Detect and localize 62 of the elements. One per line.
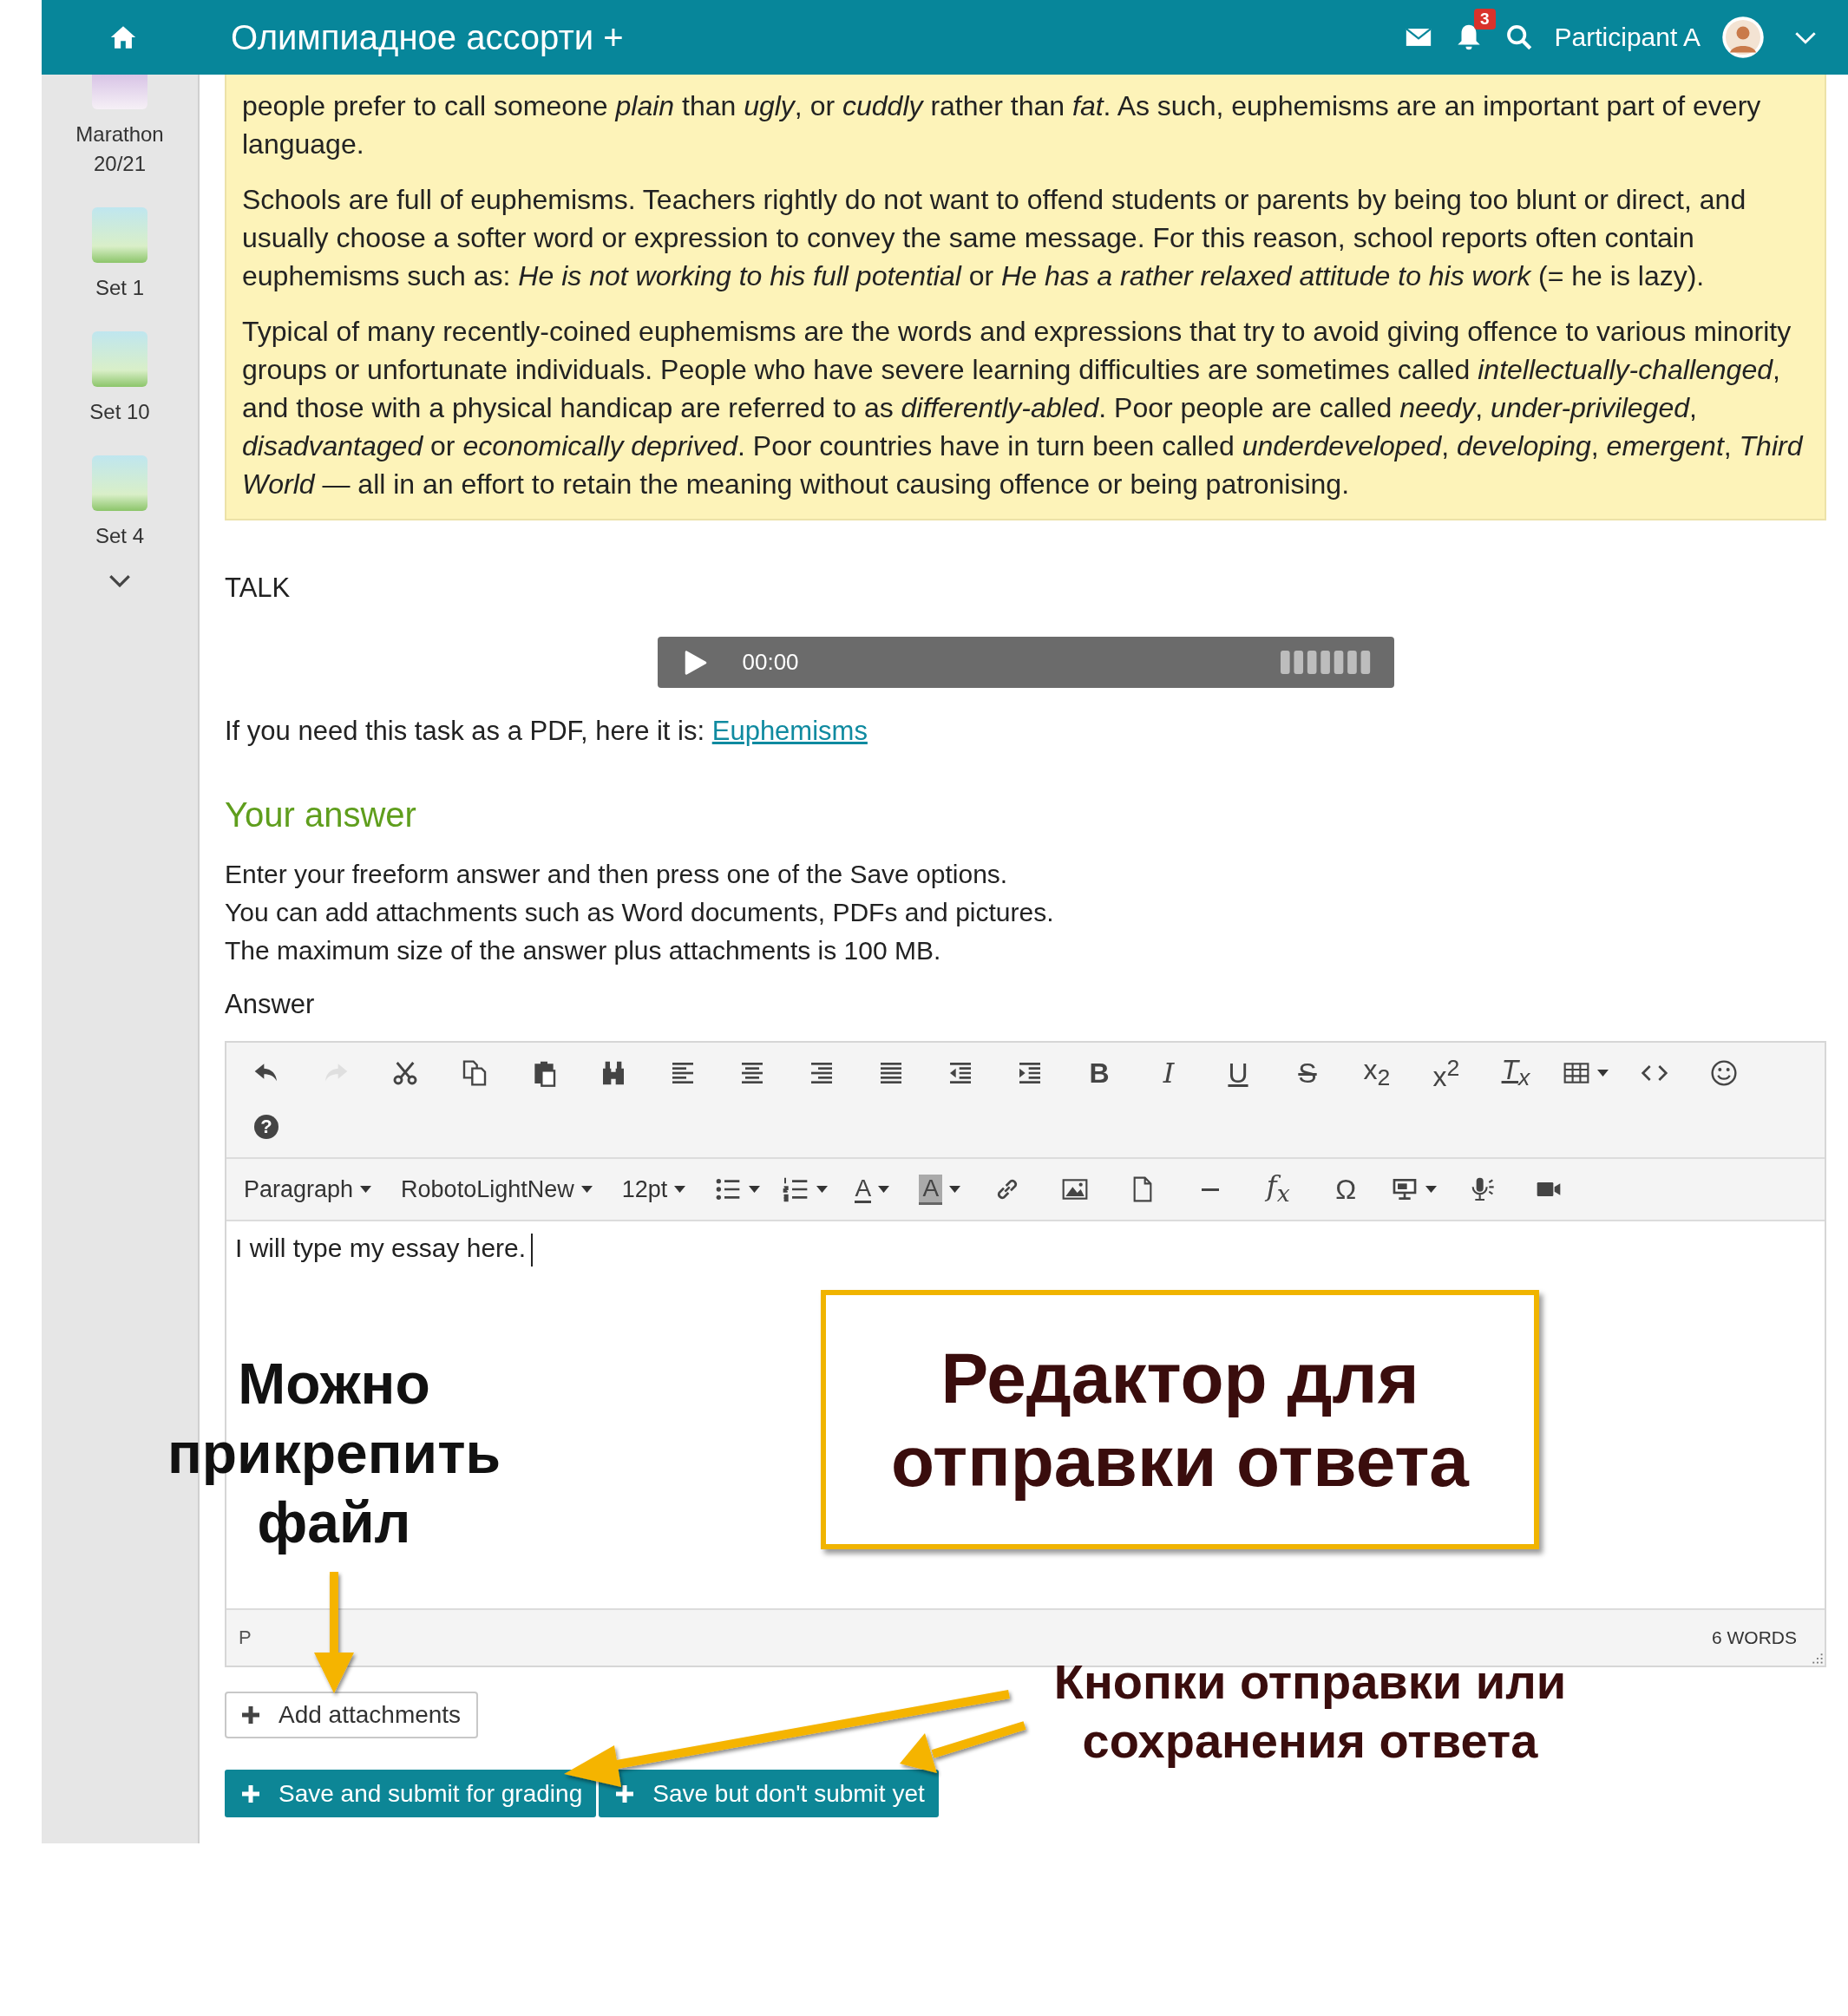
- dropdown[interactable]: Paragraph: [232, 1162, 390, 1216]
- sidebar-item[interactable]: Set 4: [63, 521, 176, 551]
- subscript-button[interactable]: x$_{2}$: [1342, 1046, 1412, 1100]
- caret-icon: [674, 1186, 686, 1193]
- user-name[interactable]: Participant A: [1554, 23, 1701, 52]
- formula-button[interactable]: f$_{x}$: [1244, 1162, 1313, 1216]
- thumbnail-image[interactable]: [92, 455, 147, 511]
- annotation-text: Можно прикрепить файл: [166, 1351, 502, 1556]
- help-button[interactable]: ?: [232, 1100, 301, 1154]
- sidebar-item[interactable]: Set 1: [63, 273, 176, 303]
- save-button[interactable]: Save and submit for grading: [225, 1770, 597, 1817]
- strikethrough-button[interactable]: S: [1273, 1046, 1342, 1100]
- section-label: TALK: [225, 573, 292, 604]
- notification-badge: 3: [1474, 9, 1496, 29]
- paragraph: people prefer to call someone plain than ugly, or cuddly rather than fat. As such, euphemisms are an important part of every language.: [242, 89, 1762, 161]
- instruction-text: Enter your freeform answer and then press one of the Save options.: [225, 859, 1009, 890]
- caret-icon: [580, 1186, 593, 1193]
- answer-text: I will type my essay here.: [235, 1234, 527, 1263]
- text-color-button[interactable]: A: [838, 1162, 907, 1216]
- instruction-text: The maximum size of the answer plus attachments is 100 MB.: [225, 935, 942, 966]
- sidebar-item[interactable]: Marathon 20/21: [63, 120, 176, 179]
- pdf-link[interactable]: Euphemisms: [711, 716, 868, 746]
- plus-icon: [242, 1706, 259, 1724]
- thumbnail-image[interactable]: [92, 207, 147, 263]
- field-label: Answer: [225, 989, 316, 1020]
- section-heading: Your answer: [225, 795, 417, 835]
- plus-icon: [242, 1784, 259, 1803]
- underline-button[interactable]: U: [1203, 1046, 1273, 1100]
- annotation-box: Редактор для отправки ответа: [821, 1290, 1539, 1549]
- thumbnail-image[interactable]: [92, 331, 147, 387]
- sidebar-item[interactable]: Set 10: [63, 397, 176, 427]
- annotation-text: Кнопки отправки или сохранения ответа: [1052, 1653, 1568, 1770]
- bold-button[interactable]: B: [1065, 1046, 1134, 1100]
- add-attachments-button[interactable]: Add attachments: [225, 1692, 479, 1738]
- copy-icon: [461, 1059, 488, 1087]
- paragraph: Schools are full of euphemisms. Teachers rightly do not want to offend students or parents by being too blunt or direct, and usually choose a softer word or expression to convey the same message. For this reason, school reports often contain euphemisms such as: He is not working to his full potential or He has a rather relaxed attitude to his work (= he is lazy).: [242, 183, 1747, 293]
- numbered-list-icon: [781, 1175, 809, 1203]
- symbol-button[interactable]: Ω: [1312, 1162, 1380, 1216]
- text-cursor: [531, 1234, 534, 1267]
- resize-handle-icon[interactable]: [1811, 1652, 1823, 1664]
- smiley-icon: [1710, 1059, 1738, 1087]
- chevron-down-icon[interactable]: [108, 574, 131, 587]
- word-count: 6 WORDS: [1712, 1627, 1797, 1648]
- course-title[interactable]: Олимпиадное ассорти +: [231, 17, 624, 57]
- pdf-note: If you need this task as a PDF, here it is: Euphemisms: [225, 716, 868, 747]
- time-display: 00:00: [742, 649, 799, 676]
- caret-icon: [360, 1186, 372, 1193]
- highlight-button[interactable]: A: [906, 1162, 974, 1216]
- play-icon[interactable]: [683, 649, 708, 676]
- thumbnail-image[interactable]: [92, 75, 147, 109]
- superscript-button[interactable]: x$^{2}$: [1412, 1046, 1481, 1100]
- dropdown[interactable]: RobotoLightNew: [389, 1162, 610, 1216]
- italic-button[interactable]: I: [1134, 1046, 1203, 1100]
- instruction-text: You can add attachments such as Word documents, PDFs and pictures.: [225, 897, 1055, 928]
- plus-icon: [616, 1784, 634, 1803]
- save-button[interactable]: Save but don't submit yet: [599, 1770, 939, 1817]
- avatar-icon[interactable]: [1721, 16, 1765, 59]
- clear-formatting-button[interactable]: T$_{x}$: [1481, 1046, 1550, 1100]
- element-path: P: [239, 1627, 252, 1649]
- scissors-icon: [391, 1059, 419, 1087]
- dropdown[interactable]: 12pt: [609, 1162, 704, 1216]
- paragraph: Typical of many recently-coined euphemisms are the words and expressions that try to avoid giving offence to various minority groups or unfortunate individuals. People who have severe learning difficulties are sometimes called intellectually-challenged, and those with a physical handicap are referred to as differently-abled. Poor people are called needy, under-privileged, disadvantaged or economically deprived. Poor countries have in turn been called underdeveloped, developing, emergent, Third World — all in an effort to retain the meaning without causing offence or being patronising.: [242, 315, 1805, 501]
